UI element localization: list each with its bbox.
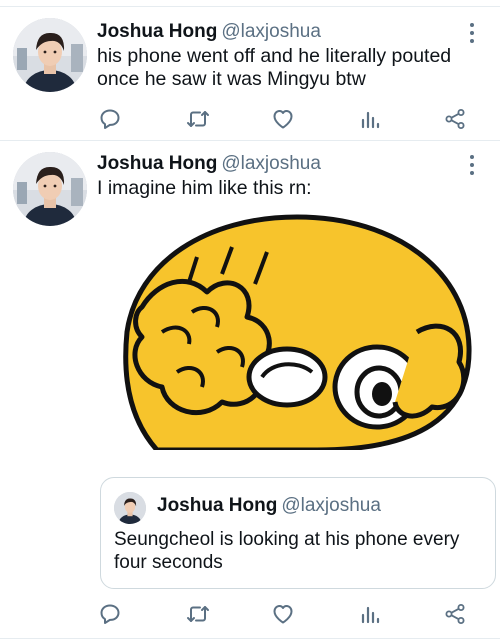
quoted-tweet-header: Joshua Hong @laxjoshua: [157, 495, 381, 517]
display-name: Joshua Hong: [157, 495, 278, 516]
tweet-text: his phone went off and he literally pout…: [97, 45, 467, 91]
user-handle: @laxjoshua: [281, 495, 381, 516]
user-handle[interactable]: @laxjoshua: [221, 21, 321, 42]
avatar[interactable]: [114, 492, 146, 524]
more-vertical-icon[interactable]: [462, 153, 482, 177]
bottom-divider: [0, 638, 500, 639]
display-name[interactable]: Joshua Hong: [97, 21, 217, 42]
reply-icon[interactable]: [95, 599, 125, 629]
user-handle[interactable]: @laxjoshua: [221, 153, 321, 174]
tweet-2[interactable]: Joshua Hong @laxjoshua I imagine him like…: [0, 141, 500, 643]
tweet-text-line: Seungcheol is looking at his phone every: [114, 529, 460, 550]
tweet-text: I imagine him like this rn:: [97, 177, 467, 200]
heart-icon[interactable]: [268, 104, 298, 134]
share-icon[interactable]: [440, 104, 470, 134]
tweet-header: Joshua Hong @laxjoshua: [97, 153, 321, 175]
reply-icon[interactable]: [95, 104, 125, 134]
tweet-header: Joshua Hong @laxjoshua: [97, 21, 321, 43]
analytics-icon[interactable]: [355, 104, 385, 134]
tweet-image[interactable]: [97, 212, 473, 450]
analytics-icon[interactable]: [355, 599, 385, 629]
retweet-icon[interactable]: [183, 599, 213, 629]
quoted-tweet-text: Seungcheol is looking at his phone every…: [114, 528, 484, 574]
display-name[interactable]: Joshua Hong: [97, 153, 217, 174]
tweet-text-line: his phone went off and he literally pout…: [97, 45, 452, 67]
tweet-text-line: once he saw it was Mingyu btw: [97, 68, 366, 90]
avatar[interactable]: [13, 18, 87, 92]
retweet-icon[interactable]: [183, 104, 213, 134]
quoted-tweet[interactable]: Joshua Hong @laxjoshua Seungcheol is look…: [100, 477, 496, 589]
share-icon[interactable]: [440, 599, 470, 629]
tweet-text-line: four seconds: [114, 552, 223, 573]
tweet-1[interactable]: Joshua Hong @laxjoshua his phone went off…: [0, 0, 500, 140]
tweet-actions: [0, 104, 500, 134]
avatar[interactable]: [13, 152, 87, 226]
more-vertical-icon[interactable]: [462, 21, 482, 45]
tweet-actions: [0, 599, 500, 629]
tweet-text-line: I imagine him like this rn:: [97, 177, 312, 199]
heart-icon[interactable]: [268, 599, 298, 629]
